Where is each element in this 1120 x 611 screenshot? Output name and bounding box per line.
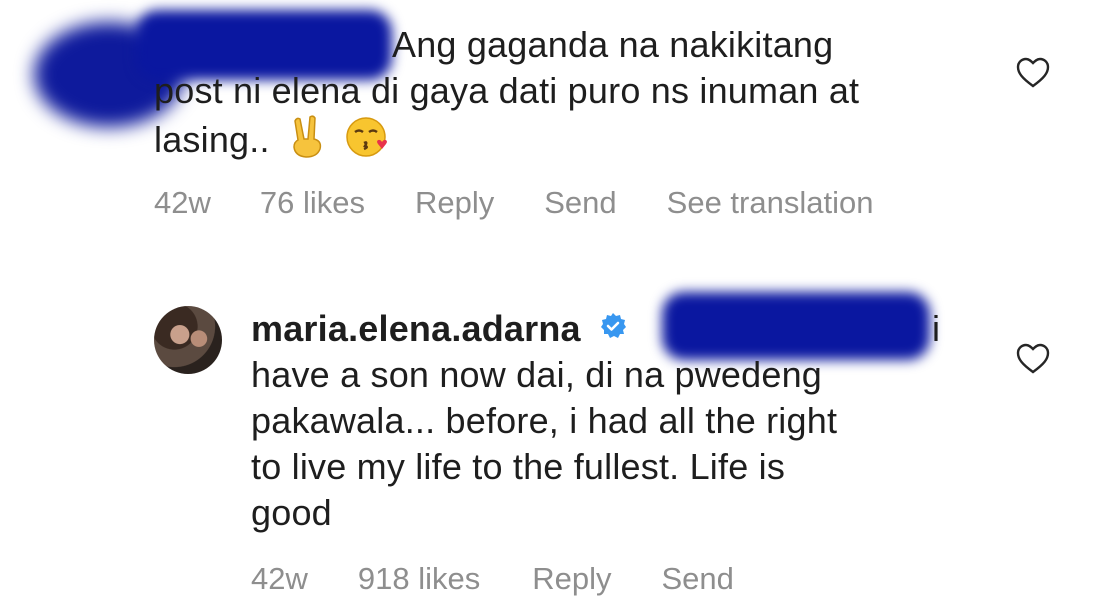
send-button[interactable]: Send [544,185,616,221]
comment-age: 42w [154,185,211,220]
avatar[interactable] [154,306,222,374]
comments-screen: Ang gaganda na nakikitang post ni elena … [0,0,1120,611]
redacted-mention [662,292,930,360]
comment-username[interactable]: maria.elena.adarna [251,308,581,349]
reply-button[interactable]: Reply [415,185,494,221]
comment-text-line: have a son now dai, di na pwedeng [251,354,823,395]
likes-count-link[interactable]: 918 likes [358,561,480,597]
comment-text-line: to live my life to the fullest. Life is [251,446,786,487]
likes-count-link[interactable]: 76 likes [260,185,365,221]
comment-text-line: lasing.. [154,114,390,171]
like-heart-icon[interactable] [1016,57,1050,89]
comment-meta-row: 42w 76 likes Reply Send See translation [154,185,873,221]
comment-text-line: good [251,492,332,533]
comment-age: 42w [251,561,308,596]
comment-text-line: pakawala... before, i had all the right [251,400,838,441]
like-heart-icon[interactable] [1016,343,1050,375]
see-translation-link[interactable]: See translation [667,185,874,221]
verified-badge-icon [599,305,627,351]
reply-button[interactable]: Reply [532,561,611,597]
comment-text-line: Ang gaganda na nakikitang [392,24,834,65]
comment-header-line: maria.elena.adarna [251,306,627,352]
victory-hand-emoji [286,115,328,170]
send-button[interactable]: Send [662,561,734,597]
comment-meta-row: 42w 918 likes Reply Send [251,561,734,597]
face-blowing-kiss-emoji [344,114,390,171]
comment-text-fragment: lasing.. [154,119,270,161]
comment-text-fragment: i [932,308,941,349]
comment-text-line: post ni elena di gaya dati puro ns inuma… [154,70,860,111]
